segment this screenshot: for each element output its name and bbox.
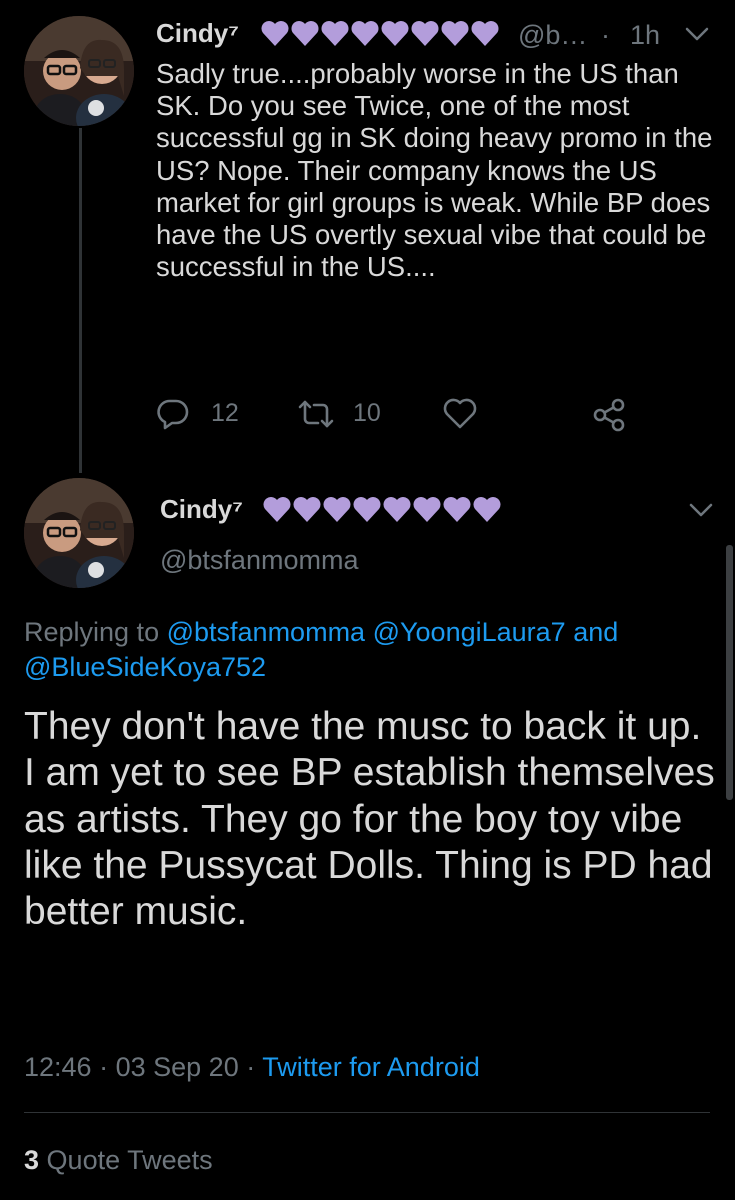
mention-link[interactable]: @BlueSideKoya752 bbox=[24, 652, 266, 682]
mention-conjunction[interactable]: and bbox=[573, 617, 618, 647]
replying-prefix: Replying to bbox=[24, 617, 160, 647]
avatar[interactable] bbox=[24, 16, 134, 126]
purple-heart-emojis bbox=[262, 492, 512, 533]
tweet-source-link[interactable]: Twitter for Android bbox=[262, 1052, 480, 1082]
display-name[interactable]: Cindy⁷ bbox=[156, 18, 239, 49]
handle[interactable]: @b… bbox=[518, 20, 587, 51]
replying-to: Replying to @btsfanmomma @YoongiLaura7 a… bbox=[24, 615, 714, 685]
avatar-photo-icon bbox=[24, 478, 134, 588]
tweet-actions: 12 10 bbox=[156, 393, 636, 433]
tweet-time: 12:46 bbox=[24, 1052, 92, 1082]
purple-heart-icon bbox=[261, 21, 289, 46]
separator-dot: · bbox=[99, 1052, 109, 1082]
purple-heart-icon bbox=[353, 497, 381, 522]
chevron-down-icon[interactable] bbox=[684, 24, 710, 49]
display-name[interactable]: Cindy⁷ bbox=[160, 494, 243, 525]
mention-link[interactable]: @YoongiLaura7 bbox=[373, 617, 566, 647]
separator-dot: · bbox=[246, 1052, 256, 1082]
purple-heart-icon bbox=[441, 21, 469, 46]
purple-heart-icon bbox=[293, 497, 321, 522]
thread-connector-line bbox=[79, 128, 82, 473]
scrollbar[interactable] bbox=[726, 545, 733, 800]
mention-link[interactable]: @btsfanmomma bbox=[167, 617, 365, 647]
quote-label: Quote Tweets bbox=[46, 1145, 213, 1175]
retweet-icon bbox=[298, 400, 334, 428]
reply-count: 12 bbox=[211, 399, 239, 427]
purple-heart-icon bbox=[321, 21, 349, 46]
tweet-metadata: 12:46 · 03 Sep 20 · Twitter for Android bbox=[24, 1052, 480, 1083]
divider bbox=[24, 1112, 710, 1113]
tweet-text: Sadly true....probably worse in the US t… bbox=[156, 58, 713, 283]
separator-dot: · bbox=[601, 20, 610, 50]
purple-heart-icon bbox=[383, 497, 411, 522]
tweet-header: Cindy⁷ @b… · 1h bbox=[156, 14, 716, 54]
retweet-count: 10 bbox=[353, 399, 381, 427]
quote-tweets-link[interactable]: 3 Quote Tweets bbox=[24, 1145, 213, 1176]
purple-heart-emojis bbox=[260, 16, 510, 57]
avatar[interactable] bbox=[24, 478, 134, 588]
quote-count: 3 bbox=[24, 1145, 40, 1175]
share-icon bbox=[593, 398, 625, 432]
purple-heart-icon bbox=[443, 497, 471, 522]
avatar-photo-icon bbox=[24, 16, 134, 126]
tweet-text: They don't have the musc to back it up. … bbox=[24, 705, 715, 934]
purple-heart-icon bbox=[323, 497, 351, 522]
handle[interactable]: @btsfanmomma bbox=[160, 545, 358, 576]
purple-heart-icon bbox=[471, 21, 499, 46]
purple-heart-icon bbox=[263, 497, 291, 522]
reply-icon bbox=[157, 399, 189, 430]
tweet-date: 03 Sep 20 bbox=[115, 1052, 239, 1082]
chevron-down-icon[interactable] bbox=[688, 500, 714, 525]
purple-heart-icon bbox=[381, 21, 409, 46]
timestamp[interactable]: 1h bbox=[630, 20, 660, 51]
purple-heart-icon bbox=[351, 21, 379, 46]
purple-heart-icon bbox=[473, 497, 501, 522]
purple-heart-icon bbox=[413, 497, 441, 522]
like-icon bbox=[443, 398, 477, 429]
purple-heart-icon bbox=[291, 21, 319, 46]
purple-heart-icon bbox=[411, 21, 439, 46]
